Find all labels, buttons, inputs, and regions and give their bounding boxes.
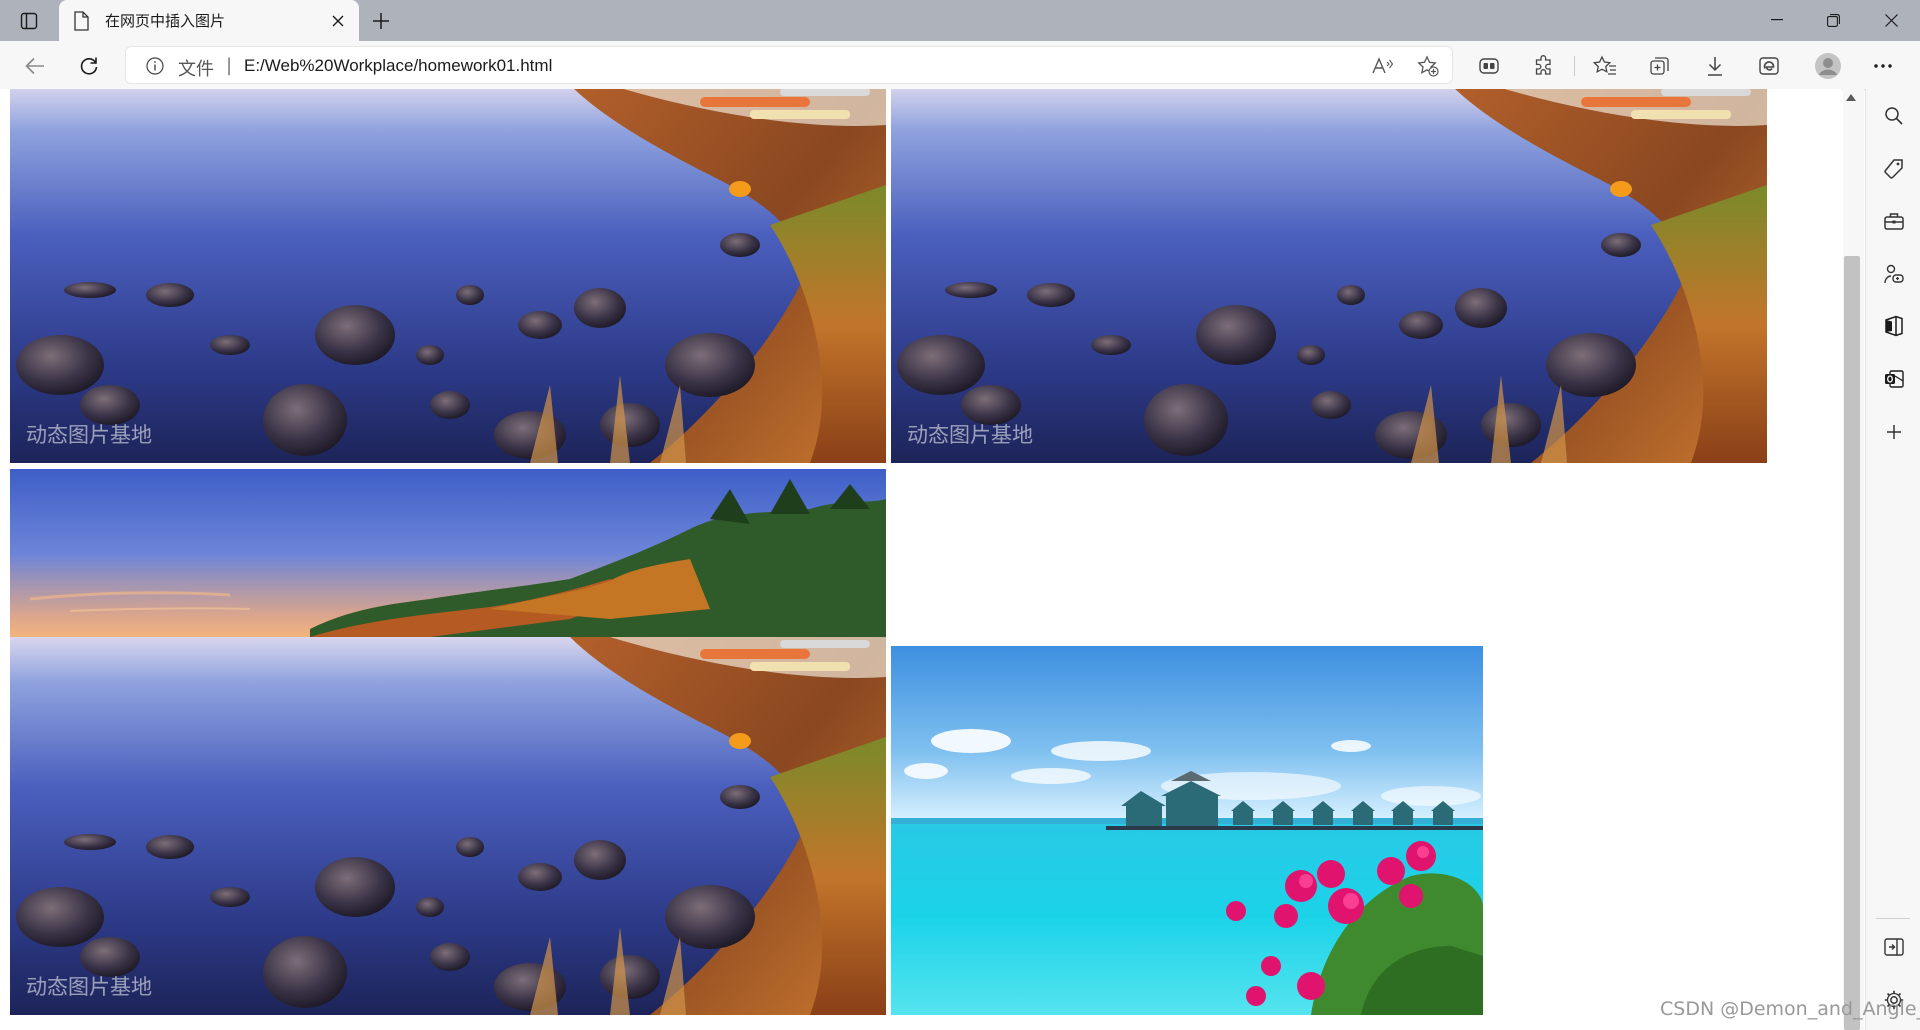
hide-sidebar-icon[interactable] xyxy=(1878,931,1910,963)
outlook-icon[interactable] xyxy=(1878,363,1910,395)
edge-sidebar xyxy=(1865,89,1920,1030)
games-icon[interactable] xyxy=(1878,258,1910,290)
title-bar: 在网页中插入图片 xyxy=(0,0,1920,41)
close-tab-icon[interactable] xyxy=(327,10,349,32)
image-watermark: 动态图片基地 xyxy=(26,975,152,999)
refresh-icon[interactable] xyxy=(72,49,106,83)
close-icon[interactable] xyxy=(1864,0,1919,40)
lake-photo-1: 动态图片基地 xyxy=(10,89,886,463)
more-icon[interactable] xyxy=(1866,49,1900,83)
favorites-icon[interactable] xyxy=(1588,49,1622,83)
extensions-icon[interactable] xyxy=(1527,49,1561,83)
page-content: 动态图片基地 动态图片基地 动态图片基地 xyxy=(0,89,1842,1030)
back-icon[interactable] xyxy=(18,49,52,83)
scroll-up-icon[interactable] xyxy=(1846,94,1856,101)
scrollbar-thumb[interactable] xyxy=(1844,256,1860,1030)
csdn-watermark: CSDN @Demon_and_Angle_ xyxy=(1660,998,1920,1020)
add-icon[interactable] xyxy=(1878,416,1910,448)
profile-icon[interactable] xyxy=(1811,49,1845,83)
tab-title: 在网页中插入图片 xyxy=(105,12,226,30)
read-aloud-icon[interactable] xyxy=(1368,52,1396,80)
address-bar[interactable]: 文件 | E:/Web%20Workplace/homework01.html xyxy=(125,46,1453,84)
image-watermark: 动态图片基地 xyxy=(907,423,1033,447)
image-watermark: 动态图片基地 xyxy=(26,423,152,447)
collections-icon[interactable] xyxy=(1643,49,1677,83)
browser-essentials-icon[interactable] xyxy=(1752,49,1786,83)
tools-icon[interactable] xyxy=(1878,205,1910,237)
minimize-icon[interactable] xyxy=(1749,0,1804,40)
restore-icon[interactable] xyxy=(1806,0,1861,40)
tab-actions-icon[interactable] xyxy=(14,7,44,35)
collections-app-icon[interactable] xyxy=(1472,49,1506,83)
scheme-separator: | xyxy=(226,55,233,76)
site-info-icon[interactable] xyxy=(146,57,164,75)
search-icon[interactable] xyxy=(1878,100,1910,132)
browser-tab[interactable]: 在网页中插入图片 xyxy=(59,0,359,41)
downloads-icon[interactable] xyxy=(1698,49,1732,83)
scheme-label: 文件 xyxy=(178,59,214,80)
office-icon[interactable] xyxy=(1878,310,1910,342)
plus-icon[interactable] xyxy=(366,6,396,36)
browser-toolbar: 文件 | E:/Web%20Workplace/homework01.html xyxy=(0,41,1920,90)
tropical-photo xyxy=(891,646,1483,1015)
toolbar-divider xyxy=(1574,56,1575,76)
sidebar-divider xyxy=(1876,918,1910,919)
add-favorite-icon[interactable] xyxy=(1414,52,1442,80)
page-icon xyxy=(73,11,89,31)
lake-photo-2: 动态图片基地 xyxy=(891,89,1767,463)
lake-photo-3: 动态图片基地 xyxy=(10,469,886,1015)
shopping-tag-icon[interactable] xyxy=(1878,153,1910,185)
url-text[interactable]: E:/Web%20Workplace/homework01.html xyxy=(244,56,552,76)
